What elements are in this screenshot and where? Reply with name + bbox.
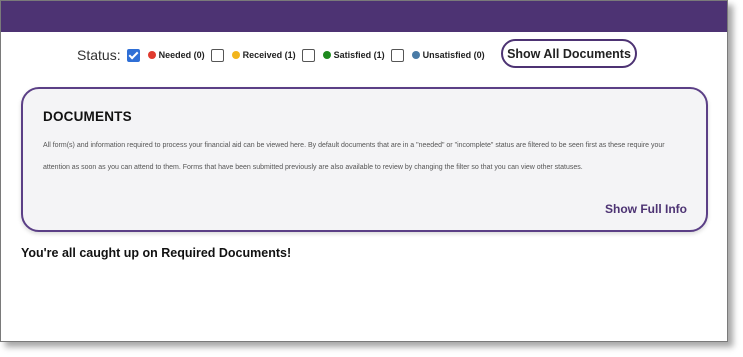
needed-checkbox[interactable] xyxy=(210,48,224,62)
satisfied-checkbox[interactable] xyxy=(390,48,404,62)
show-all-documents-button[interactable]: Show All Documents xyxy=(501,39,637,68)
filter-needed: Needed (0) xyxy=(147,50,205,60)
status-filter-row: Status: Needed (0) Received (1) Satisfie… xyxy=(77,40,491,70)
unsatisfied-label: Unsatisfied (0) xyxy=(422,50,485,60)
satisfied-label: Satisfied (1) xyxy=(333,50,385,60)
documents-title: DOCUMENTS xyxy=(43,109,132,124)
show-full-info-link[interactable]: Show Full Info xyxy=(605,202,687,216)
filter-received: Received (1) xyxy=(231,50,296,60)
received-dot-icon xyxy=(231,51,240,59)
needed-dot-icon xyxy=(147,51,156,59)
received-label: Received (1) xyxy=(242,50,296,60)
filter-satisfied: Satisfied (1) xyxy=(322,50,385,60)
caught-up-message: You're all caught up on Required Documen… xyxy=(21,246,292,260)
satisfied-dot-icon xyxy=(322,51,331,59)
page-frame: Status: Needed (0) Received (1) Satisfie… xyxy=(0,0,728,342)
documents-card: DOCUMENTS All form(s) and information re… xyxy=(21,87,708,232)
top-header-bar xyxy=(1,1,727,32)
documents-description: All form(s) and information required to … xyxy=(43,142,665,171)
needed-label: Needed (0) xyxy=(158,50,205,60)
received-checkbox[interactable] xyxy=(301,48,315,62)
unsatisfied-dot-icon xyxy=(411,51,420,59)
filter-unsatisfied: Unsatisfied (0) xyxy=(411,50,485,60)
all-status-checkbox[interactable] xyxy=(126,48,140,62)
status-label: Status: xyxy=(77,47,121,63)
